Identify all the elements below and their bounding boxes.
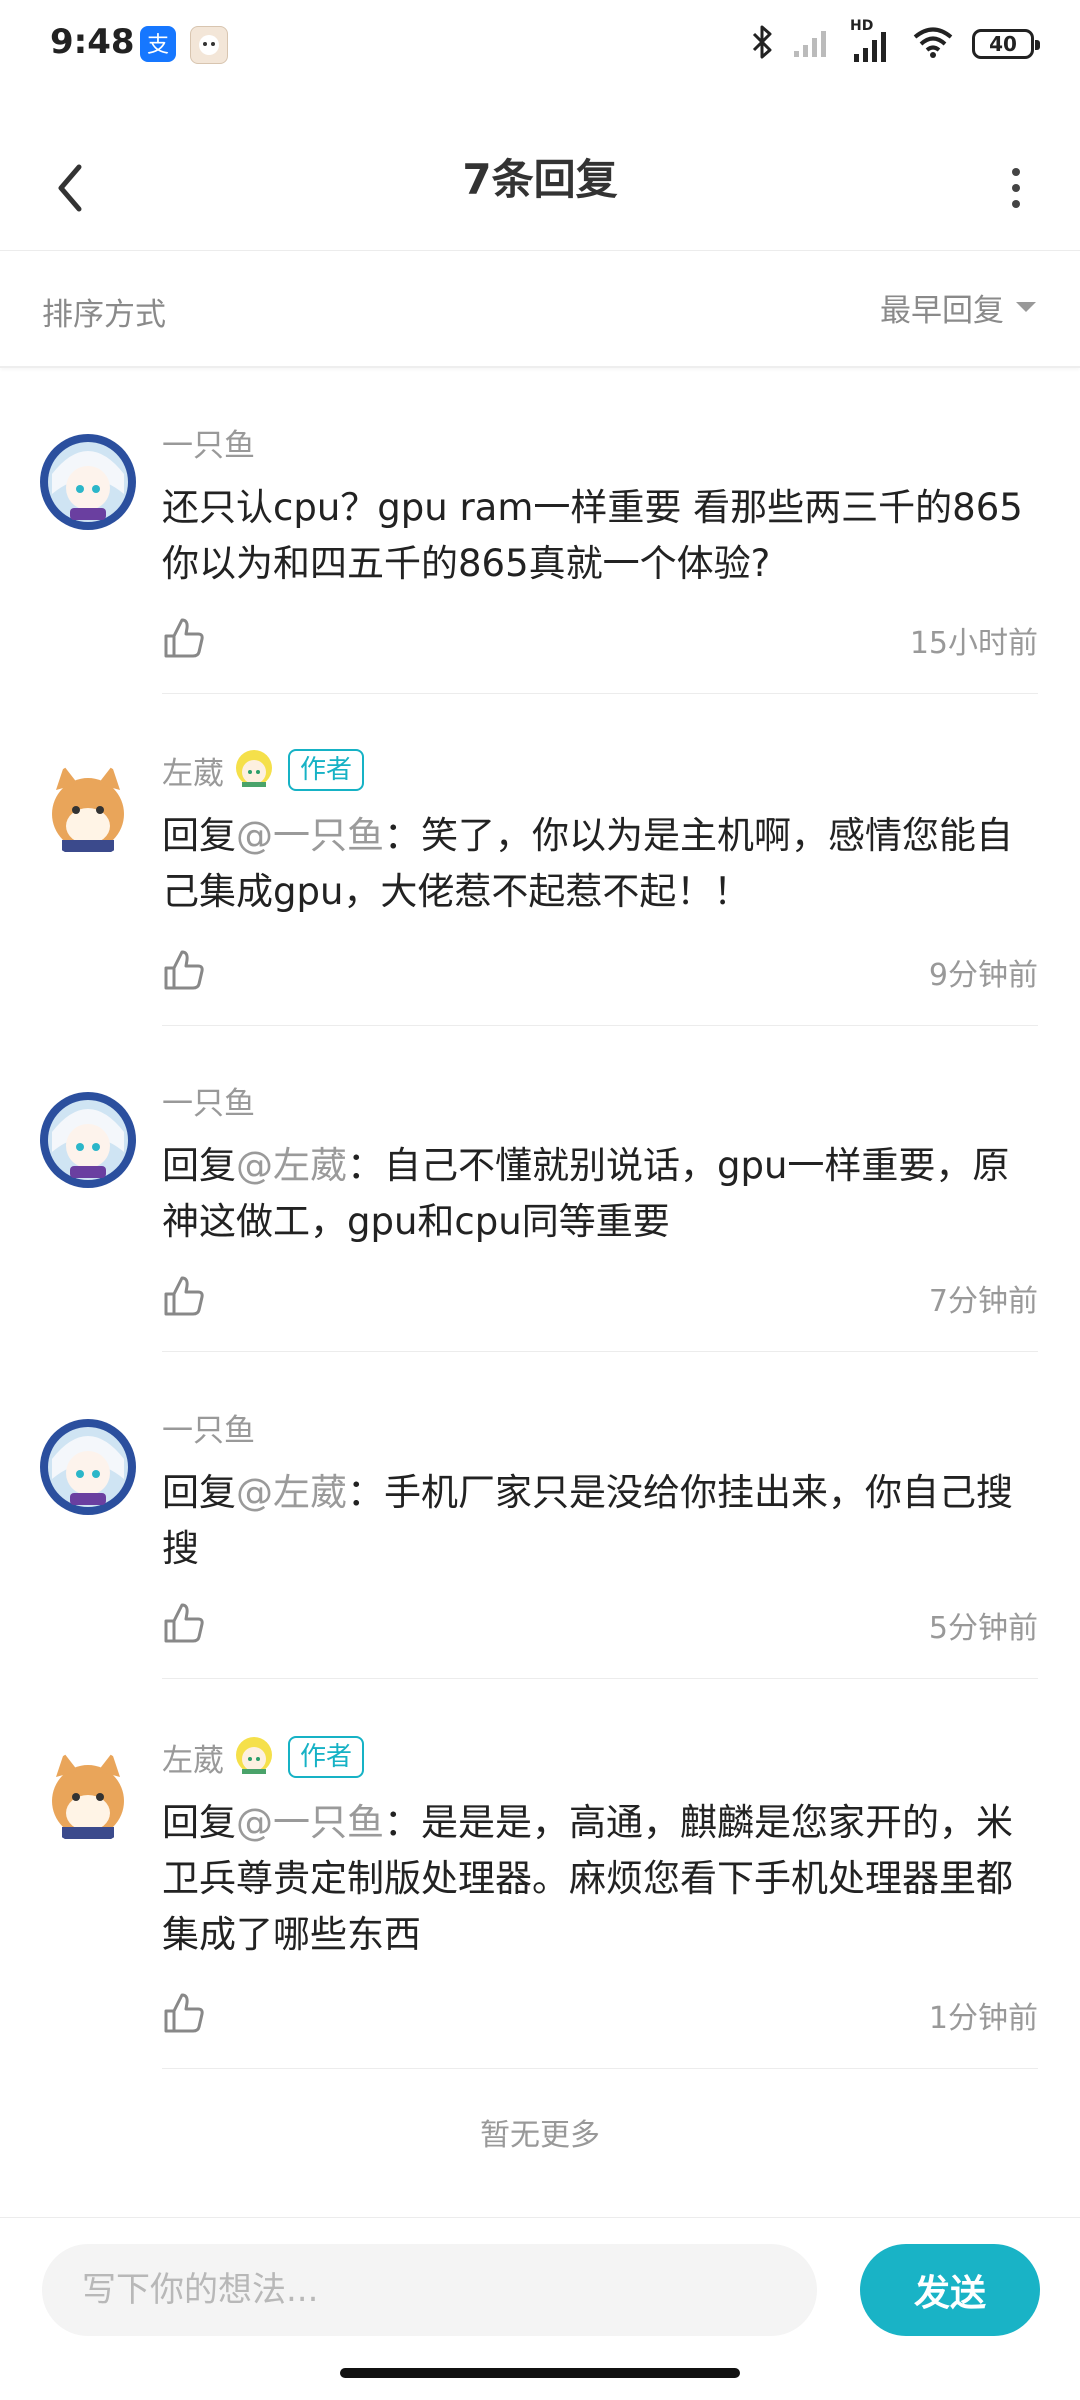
comment-text: 回复@一只鱼：笑了，你以为是主机啊，感情您能自己集成gpu，大佬惹不起惹不起！！: [162, 808, 1038, 920]
more-options-button[interactable]: [986, 148, 1046, 228]
sort-value: 最早回复: [880, 292, 1004, 329]
battery-level: 40: [989, 32, 1017, 56]
wifi-icon: [912, 25, 954, 63]
reply-input[interactable]: [42, 2244, 817, 2336]
username-row: 一只鱼: [162, 1078, 1038, 1122]
more-vertical-icon: [1012, 168, 1020, 208]
level-avatar-icon: [234, 748, 274, 792]
username-row: 左葳 作者: [162, 1735, 1038, 1779]
username[interactable]: 一只鱼: [162, 1405, 255, 1450]
no-more-label: 暂无更多: [480, 2118, 600, 2153]
thumbs-up-icon[interactable]: [162, 1601, 206, 1645]
comment-time: 5分钟前: [928, 1611, 1038, 1646]
comment-body: 一只鱼 回复@左葳：手机厂家只是没给你挂出来，你自己搜搜: [162, 1405, 1038, 1577]
reply-composer: 发送: [0, 2217, 1080, 2358]
username[interactable]: 左葳: [162, 1735, 224, 1780]
caret-down-icon: [1016, 302, 1036, 312]
top-bar: 7条回复: [0, 120, 1080, 251]
comment-body: 一只鱼 回复@左葳：自己不懂就别说话，gpu一样重要，原神这做工，gpu和cpu…: [162, 1078, 1038, 1250]
sort-dropdown[interactable]: 最早回复: [880, 281, 1038, 333]
username-row: 左葳 作者: [162, 748, 1038, 792]
comment-time: 9分钟前: [928, 958, 1038, 993]
mention-link[interactable]: @一只鱼: [236, 1801, 384, 1844]
comment-time: 15小时前: [909, 626, 1038, 661]
divider: [162, 1025, 1038, 1026]
comment-text: 回复@一只鱼：是是是，高通，麒麟是您家开的，米卫兵尊贵定制版处理器。麻烦您看下手…: [162, 1795, 1038, 1963]
author-badge: 作者: [288, 749, 365, 791]
home-indicator[interactable]: [340, 2368, 740, 2378]
shiba-avatar[interactable]: [40, 762, 136, 858]
reply-prefix: 回复: [162, 1801, 236, 1844]
app-avatar-icon: [190, 26, 228, 64]
signal-hd-icon: HD: [850, 18, 894, 64]
comment-meta: 5分钟前: [162, 1595, 1038, 1655]
divider: [162, 693, 1038, 694]
bluetooth-icon: [750, 24, 774, 64]
divider: [162, 2068, 1038, 2069]
comment-text: 回复@左葳：手机厂家只是没给你挂出来，你自己搜搜: [162, 1465, 1038, 1577]
comment-meta: 7分钟前: [162, 1268, 1038, 1328]
girl-avatar[interactable]: [40, 1419, 136, 1515]
comment-content: 还只认cpu？gpu ram一样重要 看那些两三千的865你以为和四五千的865…: [162, 486, 1023, 585]
comment-meta: 9分钟前: [162, 942, 1038, 1002]
divider: [162, 1351, 1038, 1352]
comment-body: 左葳 作者 回复@一只鱼：笑了，你以为是主机啊，感情您能自己集成gpu，大佬惹不…: [162, 748, 1038, 920]
reply-prefix: 回复: [162, 814, 236, 857]
send-button[interactable]: 发送: [860, 2244, 1040, 2336]
comment-meta: 15小时前: [162, 610, 1038, 670]
comment-text: 回复@左葳：自己不懂就别说话，gpu一样重要，原神这做工，gpu和cpu同等重要: [162, 1138, 1038, 1250]
page-title: 7条回复: [462, 155, 618, 204]
level-avatar-icon: [234, 1735, 274, 1779]
username[interactable]: 一只鱼: [162, 1078, 255, 1123]
mention-link[interactable]: @一只鱼: [236, 814, 384, 857]
comment-meta: 1分钟前: [162, 1985, 1038, 2045]
mention-link[interactable]: @左葳: [236, 1471, 347, 1514]
comment-body: 一只鱼 还只认cpu？gpu ram一样重要 看那些两三千的865你以为和四五千…: [162, 420, 1038, 592]
sort-bar: 排序方式 最早回复: [0, 251, 1080, 368]
comment-body: 左葳 作者 回复@一只鱼：是是是，高通，麒麟是您家开的，米卫兵尊贵定制版处理器。…: [162, 1735, 1038, 1963]
username[interactable]: 一只鱼: [162, 420, 255, 465]
username-row: 一只鱼: [162, 420, 1038, 464]
thumbs-up-icon[interactable]: [162, 616, 206, 660]
thumbs-up-icon[interactable]: [162, 1991, 206, 2035]
signal-icon: [792, 25, 832, 63]
thumbs-up-icon[interactable]: [162, 948, 206, 992]
comment-time: 7分钟前: [928, 1284, 1038, 1319]
status-icons: HD 40: [750, 18, 1040, 66]
comment-time: 1分钟前: [928, 2001, 1038, 2036]
shiba-avatar[interactable]: [40, 1749, 136, 1845]
status-time: 9:48: [50, 22, 135, 62]
reply-prefix: 回复: [162, 1144, 236, 1187]
status-bar: 9:48 支 HD 40: [0, 0, 1080, 92]
username[interactable]: 左葳: [162, 748, 224, 793]
girl-avatar[interactable]: [40, 1092, 136, 1188]
thumbs-up-icon[interactable]: [162, 1274, 206, 1318]
girl-avatar[interactable]: [40, 434, 136, 530]
divider: [162, 1678, 1038, 1679]
mention-link[interactable]: @左葳: [236, 1144, 347, 1187]
svg-text:支: 支: [147, 33, 169, 58]
reply-prefix: 回复: [162, 1471, 236, 1514]
alipay-icon: 支: [140, 26, 176, 62]
comment-text: 还只认cpu？gpu ram一样重要 看那些两三千的865你以为和四五千的865…: [162, 480, 1038, 592]
author-badge: 作者: [288, 1736, 365, 1778]
battery-icon: 40: [972, 29, 1040, 59]
sort-label: 排序方式: [42, 297, 166, 333]
username-row: 一只鱼: [162, 1405, 1038, 1449]
